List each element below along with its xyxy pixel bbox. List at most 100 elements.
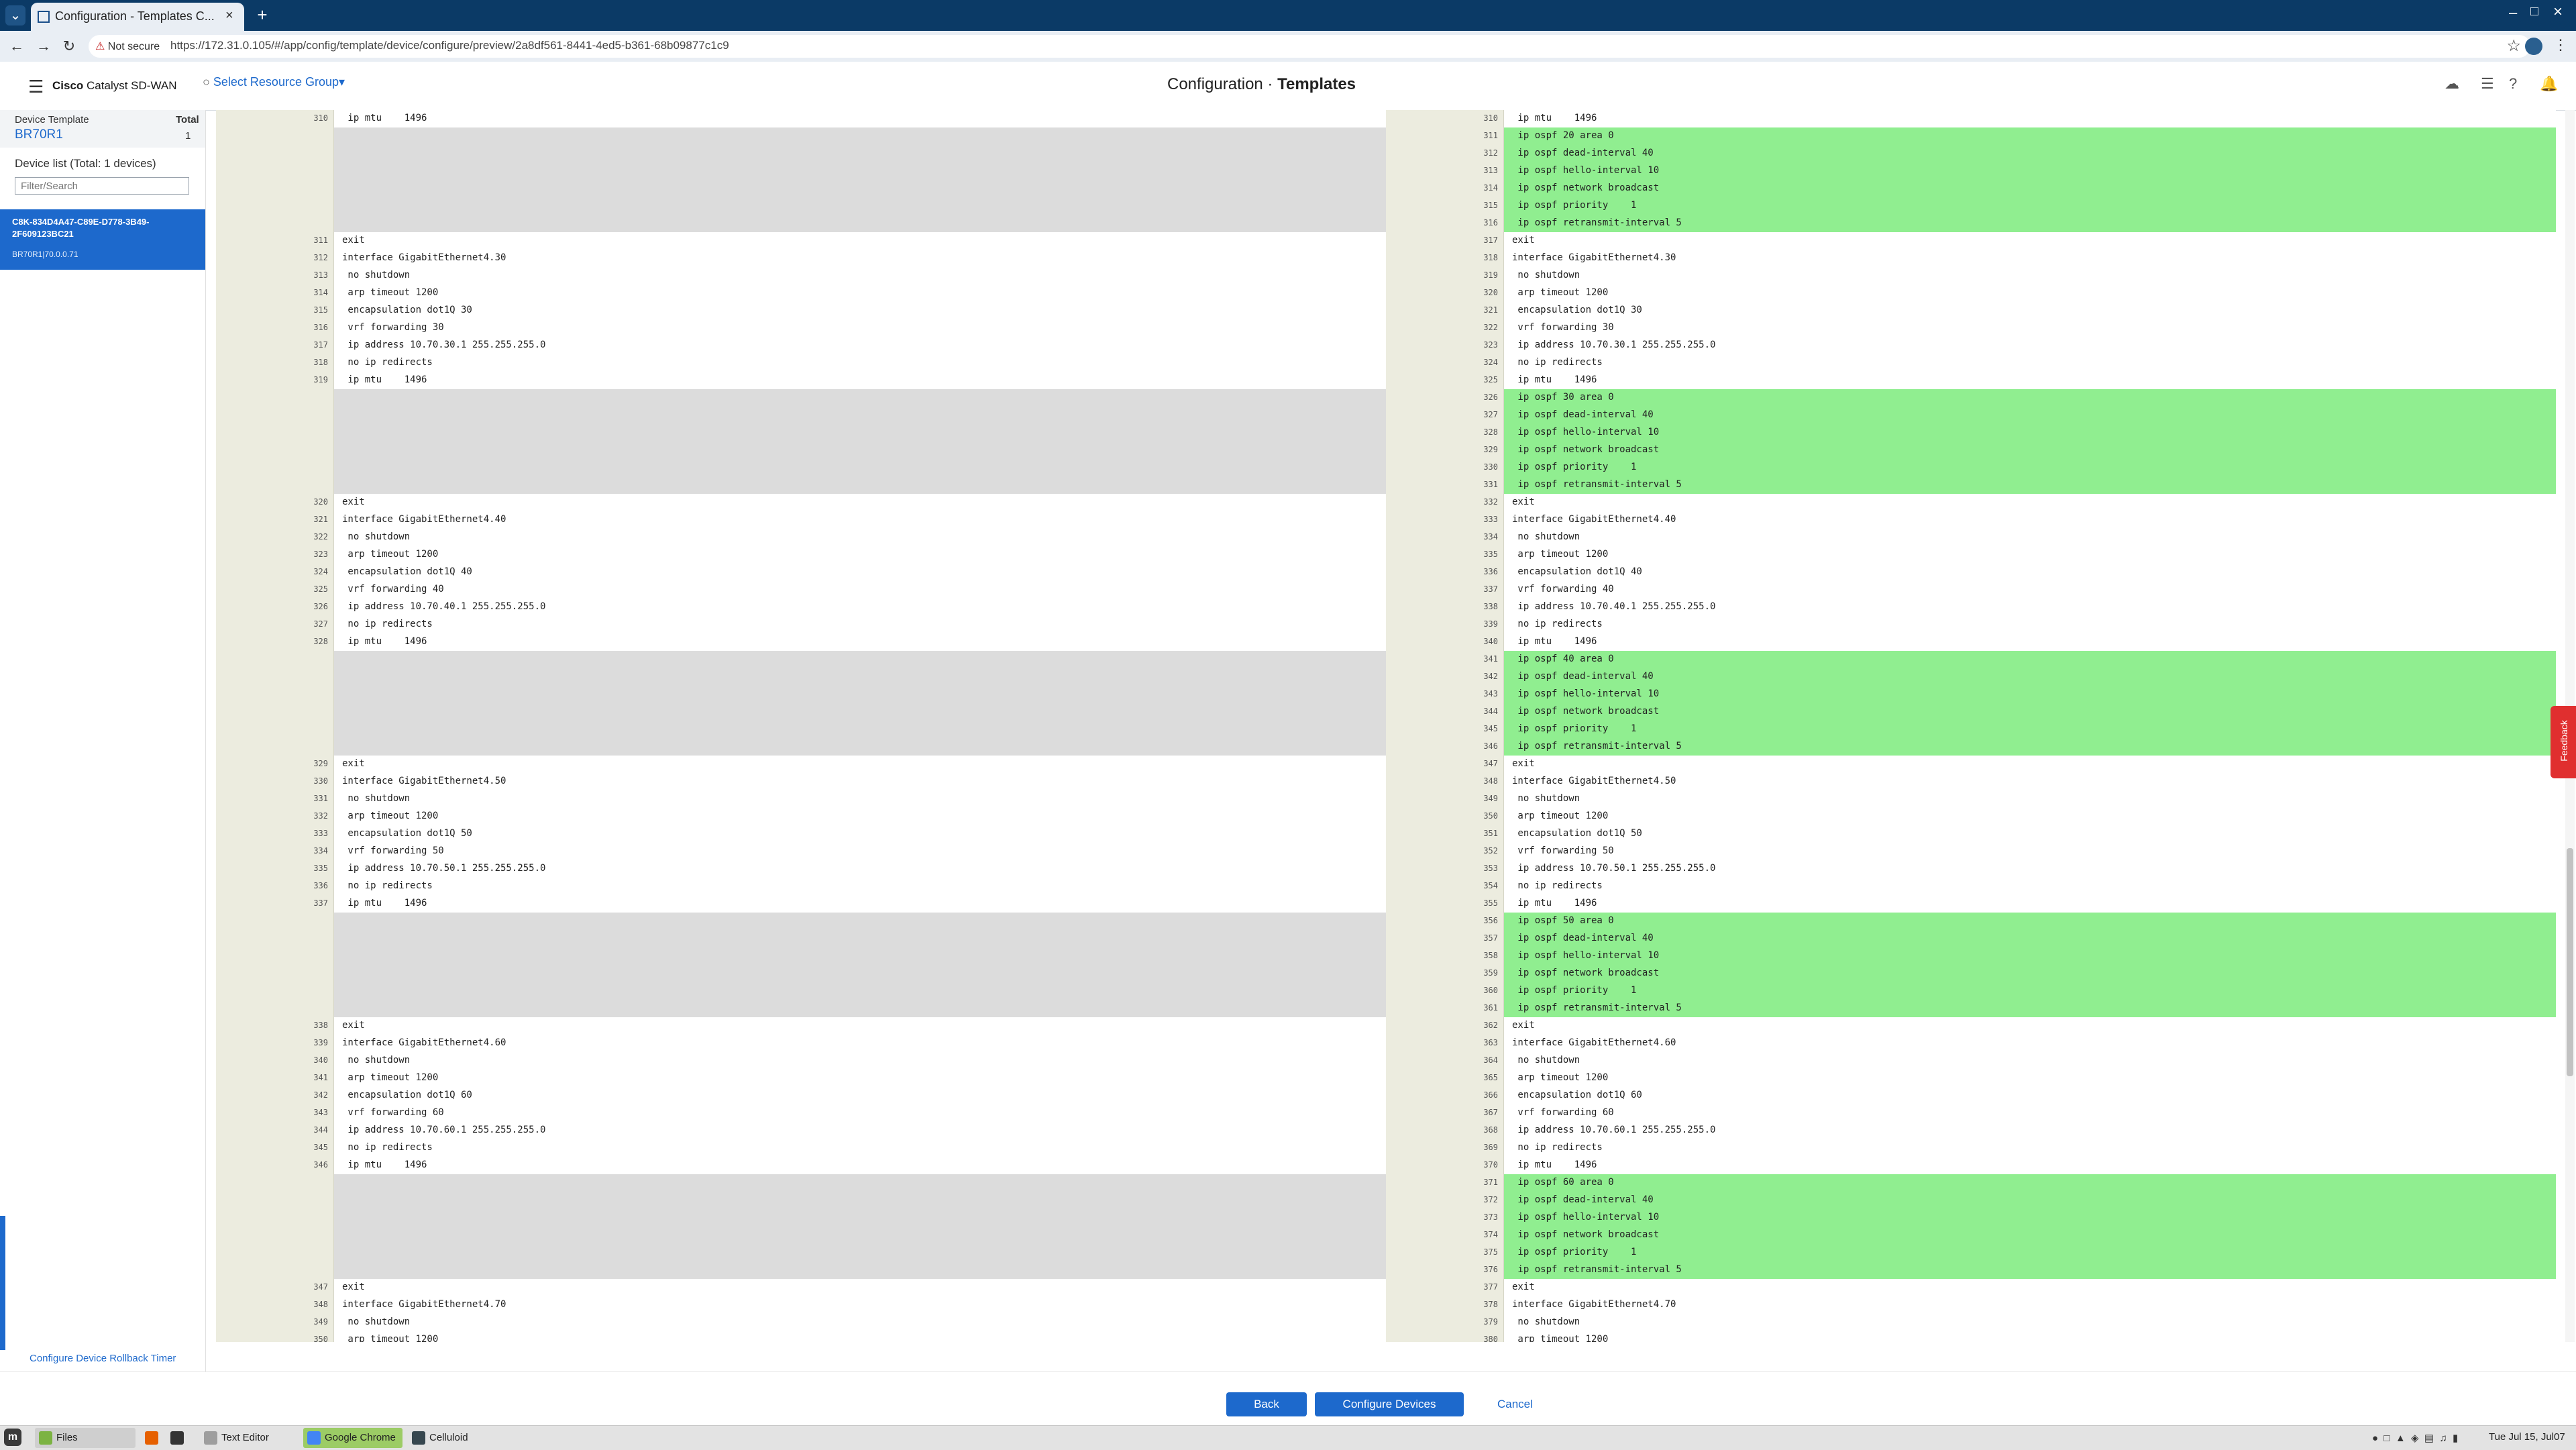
cancel-button[interactable]: Cancel xyxy=(1497,1392,1533,1416)
config-line-text: ip ospf 40 area 0 xyxy=(1512,654,1614,664)
line-number: 313 xyxy=(313,270,328,280)
taskbar-firefox[interactable] xyxy=(141,1428,161,1448)
display-icon[interactable]: ▤ xyxy=(2424,1433,2434,1444)
taskbar-text-editor[interactable]: Text Editor xyxy=(200,1428,301,1448)
diff-line: 325 ip mtu 1496 xyxy=(1386,372,2556,389)
feedback-tab[interactable]: Feedback xyxy=(2551,706,2576,778)
start-menu-icon[interactable]: m xyxy=(4,1429,21,1446)
profile-avatar[interactable] xyxy=(2525,38,2542,55)
device-list-item[interactable]: C8K-834D4A47-C89E-D778-3B49-2F609123BC21… xyxy=(0,209,205,270)
notification-bell-icon[interactable]: 🔔 xyxy=(2540,75,2558,93)
brand-name: Cisco xyxy=(52,79,84,92)
cloud-icon[interactable]: ☁ xyxy=(2445,75,2459,93)
line-number-gutter: 324 xyxy=(216,564,334,581)
line-number-gutter xyxy=(216,703,334,721)
line-number: 374 xyxy=(1483,1230,1498,1239)
config-line-text: ip ospf 20 area 0 xyxy=(1512,130,1614,141)
diff-line: 319 ip mtu 1496 xyxy=(216,372,1386,389)
shield-icon[interactable]: ◈ xyxy=(2411,1433,2419,1444)
line-content xyxy=(334,476,1386,494)
line-content xyxy=(1504,913,2556,930)
device-template-summary: Device Template BR70R1 Total 1 xyxy=(0,110,205,148)
address-bar[interactable]: ⚠ Not secure https://172.31.0.105/#/app/… xyxy=(89,35,2530,58)
line-content xyxy=(334,1227,1386,1244)
line-number: 312 xyxy=(313,253,328,262)
line-number-gutter xyxy=(216,913,334,930)
network-icon[interactable]: ▲ xyxy=(2396,1433,2406,1444)
diff-line: 369 no ip redirects xyxy=(1386,1139,2556,1157)
line-number: 349 xyxy=(313,1317,328,1327)
line-number-gutter: 348 xyxy=(216,1296,334,1314)
config-line-text: ip ospf hello-interval 10 xyxy=(1512,427,1660,437)
volume-icon[interactable]: ♫ xyxy=(2439,1433,2447,1444)
config-line-text: arp timeout 1200 xyxy=(342,811,439,821)
line-content xyxy=(1504,947,2556,965)
close-window-icon[interactable]: × xyxy=(2553,3,2563,21)
clipboard-icon[interactable]: □ xyxy=(2383,1433,2390,1444)
line-number-gutter: 313 xyxy=(216,267,334,284)
back-arrow-icon[interactable]: ← xyxy=(7,36,27,56)
maximize-window-icon[interactable]: □ xyxy=(2530,4,2538,19)
clock[interactable]: Tue Jul 15, Jul07 xyxy=(2489,1431,2565,1443)
taskbar-files[interactable]: Files xyxy=(35,1428,136,1448)
line-number-gutter: 333 xyxy=(1386,511,1504,529)
line-number: 336 xyxy=(313,881,328,890)
hamburger-menu-icon[interactable]: ☰ xyxy=(28,76,44,97)
line-number-gutter: 368 xyxy=(1386,1122,1504,1139)
help-icon[interactable]: ? xyxy=(2509,75,2517,93)
list-menu-icon[interactable]: ☰ xyxy=(2481,75,2494,93)
back-button[interactable]: Back xyxy=(1226,1392,1307,1416)
system-tray[interactable]: ● □ ▲ ◈ ▤ ♫ ▮ xyxy=(2372,1432,2458,1444)
diff-line-added: 372 ip ospf dead-interval 40 xyxy=(1386,1192,2556,1209)
line-number-gutter: 326 xyxy=(216,599,334,616)
not-secure-indicator[interactable]: ⚠ Not secure xyxy=(95,40,160,53)
config-line-text: vrf forwarding 30 xyxy=(1512,322,1614,333)
minimize-window-icon[interactable]: – xyxy=(2509,4,2517,21)
line-number-gutter: 357 xyxy=(1386,930,1504,947)
kebab-menu-icon[interactable]: ⋮ xyxy=(2553,36,2568,54)
scrollbar-thumb[interactable] xyxy=(2567,848,2573,1076)
filter-search-input[interactable] xyxy=(15,177,189,195)
tab-close-icon[interactable]: × xyxy=(225,8,233,23)
line-number-gutter: 345 xyxy=(216,1139,334,1157)
configure-devices-button[interactable]: Configure Devices xyxy=(1315,1392,1464,1416)
taskbar-celluloid[interactable]: Celluloid xyxy=(408,1428,508,1448)
reload-icon[interactable]: ↻ xyxy=(59,36,79,56)
config-line-text: no shutdown xyxy=(1512,531,1580,542)
url-text[interactable]: https://172.31.0.105/#/app/config/templa… xyxy=(170,39,729,52)
resource-group-selector[interactable]: ○ Select Resource Group▾ xyxy=(203,75,345,89)
rollback-timer-link[interactable]: Configure Device Rollback Timer xyxy=(30,1353,176,1364)
diff-line: 355 ip mtu 1496 xyxy=(1386,895,2556,913)
config-line-text: interface GigabitEthernet4.40 xyxy=(1512,514,1676,525)
user-icon[interactable]: ● xyxy=(2372,1433,2378,1444)
line-number-gutter: 331 xyxy=(216,790,334,808)
line-number-gutter: 327 xyxy=(1386,407,1504,424)
line-number-gutter xyxy=(216,1261,334,1279)
tab-search-button[interactable]: ⌄ xyxy=(5,5,25,25)
line-number-gutter: 318 xyxy=(216,354,334,372)
diff-pane-right[interactable]: 310 ip mtu 1496 311 ip ospf 20 area 0 312 … xyxy=(1386,110,2556,1342)
config-line-text: interface GigabitEthernet4.70 xyxy=(342,1299,506,1310)
line-number: 319 xyxy=(313,375,328,384)
config-line-text: exit xyxy=(342,1282,365,1292)
new-tab-button[interactable]: + xyxy=(252,5,272,25)
config-line-text: encapsulation dot1Q 30 xyxy=(1512,305,1642,315)
line-number-gutter: 334 xyxy=(1386,529,1504,546)
diff-pane-left[interactable]: 310 ip mtu 1496 311 exit 312 interface Gigab… xyxy=(216,110,1386,1342)
bookmark-star-icon[interactable]: ☆ xyxy=(2506,36,2521,56)
taskbar-chrome[interactable]: Google Chrome xyxy=(303,1428,402,1448)
line-number-gutter: 371 xyxy=(1386,1174,1504,1192)
terminal-icon xyxy=(170,1431,184,1445)
diff-line: 317 exit xyxy=(1386,232,2556,250)
line-number-gutter: 332 xyxy=(1386,494,1504,511)
line-number-gutter: 311 xyxy=(1386,127,1504,145)
line-number-gutter xyxy=(216,389,334,407)
line-content xyxy=(1504,1174,2556,1192)
battery-icon[interactable]: ▮ xyxy=(2453,1433,2458,1444)
config-line-text: no ip redirects xyxy=(342,880,433,891)
browser-tab-active[interactable]: Configuration - Templates C... × xyxy=(31,3,244,31)
diff-line-added: 375 ip ospf priority 1 xyxy=(1386,1244,2556,1261)
forward-arrow-icon[interactable]: → xyxy=(34,36,54,56)
taskbar-terminal[interactable] xyxy=(166,1428,193,1448)
line-number: 325 xyxy=(313,584,328,594)
